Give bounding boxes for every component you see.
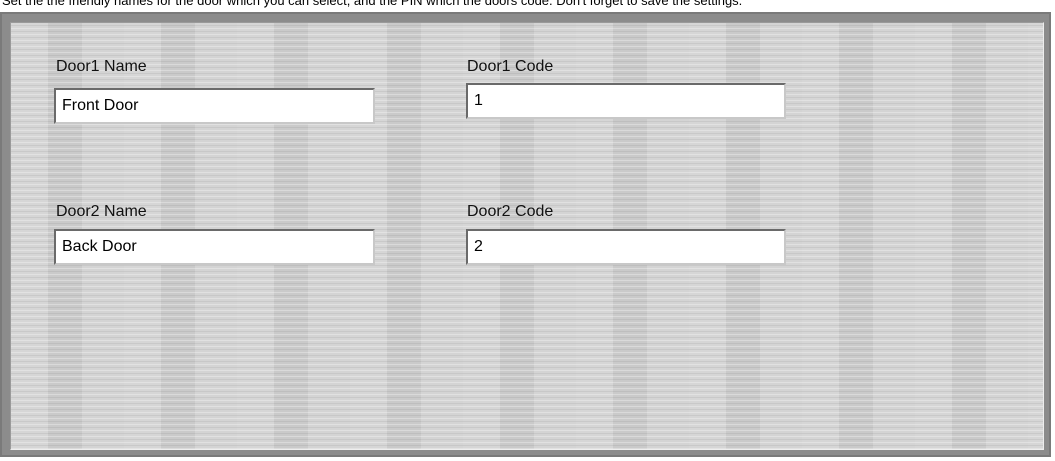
door2-code-field[interactable] (466, 229, 786, 265)
door1-code-field[interactable] (466, 83, 786, 119)
door-settings-panel: Door1 Name Door1 Code Door2 Name Door2 C… (10, 22, 1044, 450)
door2-name-field[interactable] (54, 229, 375, 265)
door1-code-label: Door1 Code (467, 58, 554, 75)
door2-name-label: Door2 Name (56, 203, 147, 220)
instruction-text: Set the the friendly names for the door … (2, 0, 743, 8)
door1-name-label: Door1 Name (56, 58, 147, 75)
door2-code-label: Door2 Code (467, 203, 554, 220)
door1-name-field[interactable] (54, 88, 375, 124)
